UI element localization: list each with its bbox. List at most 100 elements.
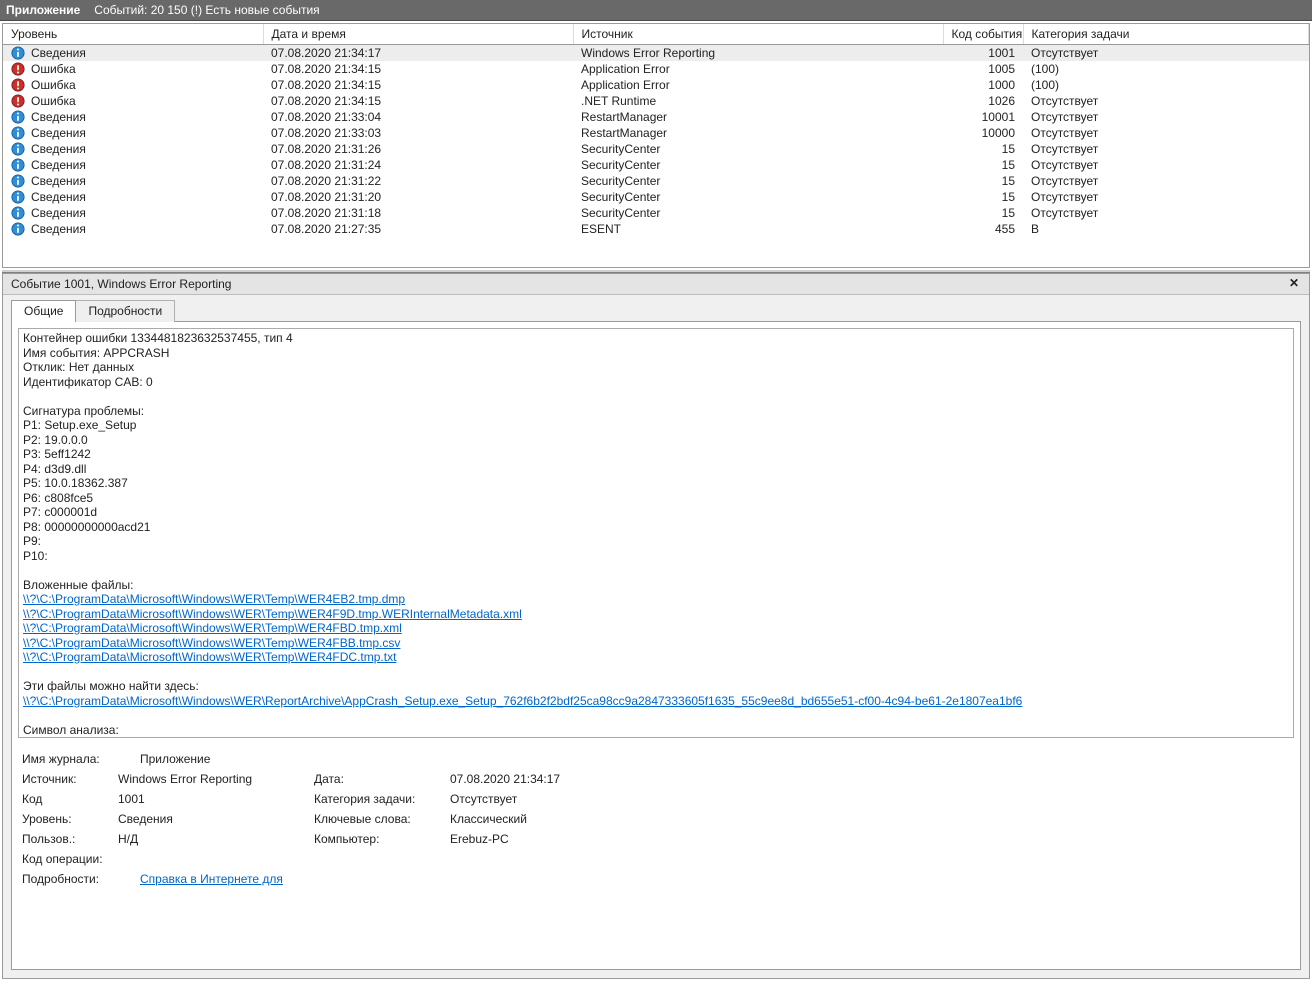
- info-icon: [11, 110, 25, 124]
- cell-category: (100): [1023, 61, 1309, 77]
- events-pane: Уровень Дата и время Источник Код событи…: [2, 23, 1310, 268]
- cell-source: RestartManager: [573, 109, 943, 125]
- lbl-computer: Компьютер:: [314, 832, 444, 846]
- info-icon: [11, 190, 25, 204]
- attachment-link[interactable]: \\?\C:\ProgramData\Microsoft\Windows\WER…: [23, 607, 522, 621]
- description-line: P6: c808fce5: [23, 491, 93, 505]
- description-line: Отклик: Нет данных: [23, 360, 134, 374]
- event-properties: Имя журнала: Приложение Источник: Window…: [12, 744, 1300, 969]
- lbl-opcode: Код операции:: [22, 852, 112, 866]
- cell-code: 1001: [943, 45, 1023, 62]
- cell-datetime: 07.08.2020 21:34:15: [263, 93, 573, 109]
- col-level[interactable]: Уровень: [3, 24, 263, 45]
- close-icon[interactable]: ✕: [1287, 277, 1301, 291]
- cell-datetime: 07.08.2020 21:31:18: [263, 205, 573, 221]
- details-pane: Событие 1001, Windows Error Reporting ✕ …: [2, 273, 1310, 979]
- info-icon: [11, 174, 25, 188]
- cell-source: RestartManager: [573, 125, 943, 141]
- cell-datetime: 07.08.2020 21:33:04: [263, 109, 573, 125]
- table-row[interactable]: Сведения07.08.2020 21:31:20SecurityCente…: [3, 189, 1309, 205]
- level-text: Сведения: [31, 126, 86, 140]
- cell-datetime: 07.08.2020 21:31:22: [263, 173, 573, 189]
- description-line: P5: 10.0.18362.387: [23, 476, 128, 490]
- table-row[interactable]: Сведения07.08.2020 21:33:04RestartManage…: [3, 109, 1309, 125]
- attachment-link[interactable]: \\?\C:\ProgramData\Microsoft\Windows\WER…: [23, 694, 1022, 708]
- cell-category: Отсутствует: [1023, 125, 1309, 141]
- table-row[interactable]: Сведения07.08.2020 21:27:35ESENT455В: [3, 221, 1309, 237]
- col-datetime[interactable]: Дата и время: [263, 24, 573, 45]
- info-icon: [11, 158, 25, 172]
- lbl-level: Уровень:: [22, 812, 112, 826]
- lbl-log-name: Имя журнала:: [22, 752, 112, 766]
- level-text: Сведения: [31, 222, 86, 236]
- table-row[interactable]: Ошибка07.08.2020 21:34:15Application Err…: [3, 61, 1309, 77]
- info-icon: [11, 142, 25, 156]
- col-source[interactable]: Источник: [573, 24, 943, 45]
- table-row[interactable]: Сведения 07.08.2020 21:31:22SecurityCente…: [3, 173, 1309, 189]
- table-row[interactable]: Ошибка 07.08.2020 21:34:15Application Err…: [3, 77, 1309, 93]
- level-text: Ошибка: [31, 62, 76, 76]
- table-row[interactable]: Сведения07.08.2020 21:31:24SecurityCente…: [3, 157, 1309, 173]
- link-online-help[interactable]: Справка в Интернете для: [140, 872, 283, 886]
- tab-general-body: Контейнер ошибки 1334481823632537455, ти…: [11, 321, 1301, 970]
- cell-code: 1000: [943, 77, 1023, 93]
- cell-datetime: 07.08.2020 21:34:15: [263, 77, 573, 93]
- cell-category: Отсутствует: [1023, 173, 1309, 189]
- lbl-keywords: Ключевые слова:: [314, 812, 444, 826]
- cell-source: SecurityCenter: [573, 189, 943, 205]
- error-icon: [11, 94, 25, 108]
- cell-source: Application Error: [573, 61, 943, 77]
- cell-source: SecurityCenter: [573, 173, 943, 189]
- table-row[interactable]: Сведения 07.08.2020 21:33:03RestartManage…: [3, 125, 1309, 141]
- cell-category: Отсутствует: [1023, 205, 1309, 221]
- description-line: P7: c000001d: [23, 505, 97, 519]
- description-line: P4: d3d9.dll: [23, 462, 86, 476]
- cell-category: Отсутствует: [1023, 109, 1309, 125]
- description-line: P10:: [23, 549, 48, 563]
- level-text: Ошибка: [31, 94, 76, 108]
- attachment-link[interactable]: \\?\C:\ProgramData\Microsoft\Windows\WER…: [23, 592, 405, 606]
- details-tabs: Общие Подробности: [3, 295, 1309, 321]
- cell-source: Application Error: [573, 77, 943, 93]
- table-row[interactable]: Ошибка07.08.2020 21:34:15.NET Runtime102…: [3, 93, 1309, 109]
- cell-source: .NET Runtime: [573, 93, 943, 109]
- level-text: Сведения: [31, 174, 86, 188]
- cell-datetime: 07.08.2020 21:31:24: [263, 157, 573, 173]
- level-text: Сведения: [31, 46, 86, 60]
- description-line: Сигнатура проблемы:: [23, 404, 144, 418]
- attachment-link[interactable]: \\?\C:\ProgramData\Microsoft\Windows\WER…: [23, 650, 396, 664]
- cell-code: 15: [943, 173, 1023, 189]
- info-icon: [11, 126, 25, 140]
- description-line: Имя события: APPCRASH: [23, 346, 169, 360]
- table-row[interactable]: Сведения07.08.2020 21:31:18SecurityCente…: [3, 205, 1309, 221]
- attachment-link[interactable]: \\?\C:\ProgramData\Microsoft\Windows\WER…: [23, 621, 402, 635]
- attachment-link[interactable]: \\?\C:\ProgramData\Microsoft\Windows\WER…: [23, 636, 400, 650]
- cell-code: 15: [943, 189, 1023, 205]
- lbl-category: Категория задачи:: [314, 792, 444, 806]
- val-code: 1001: [118, 792, 308, 806]
- col-code[interactable]: Код события: [943, 24, 1023, 45]
- lbl-date: Дата:: [314, 772, 444, 786]
- cell-datetime: 07.08.2020 21:31:26: [263, 141, 573, 157]
- cell-code: 10001: [943, 109, 1023, 125]
- tab-general[interactable]: Общие: [11, 300, 76, 322]
- table-row[interactable]: Сведения07.08.2020 21:31:26SecurityCente…: [3, 141, 1309, 157]
- error-icon: [11, 62, 25, 76]
- level-text: Ошибка: [31, 78, 76, 92]
- event-description[interactable]: Контейнер ошибки 1334481823632537455, ти…: [18, 328, 1294, 738]
- table-row[interactable]: Сведения07.08.2020 21:34:17Windows Error…: [3, 45, 1309, 62]
- col-category[interactable]: Категория задачи: [1023, 24, 1309, 45]
- description-line: P8: 00000000000acd21: [23, 520, 150, 534]
- cell-source: ESENT: [573, 221, 943, 237]
- titlebar-subtitle: Событий: 20 150 (!) Есть новые события: [94, 3, 319, 17]
- level-text: Сведения: [31, 142, 86, 156]
- cell-category: (100): [1023, 77, 1309, 93]
- cell-datetime: 07.08.2020 21:33:03: [263, 125, 573, 141]
- lbl-code: Код: [22, 792, 112, 806]
- details-header: Событие 1001, Windows Error Reporting ✕: [3, 274, 1309, 295]
- cell-datetime: 07.08.2020 21:34:17: [263, 45, 573, 62]
- val-keywords: Классический: [450, 812, 850, 826]
- tab-details[interactable]: Подробности: [75, 300, 175, 322]
- events-scroll[interactable]: Уровень Дата и время Источник Код событи…: [3, 24, 1309, 267]
- lbl-moreinfo: Подробности:: [22, 872, 112, 886]
